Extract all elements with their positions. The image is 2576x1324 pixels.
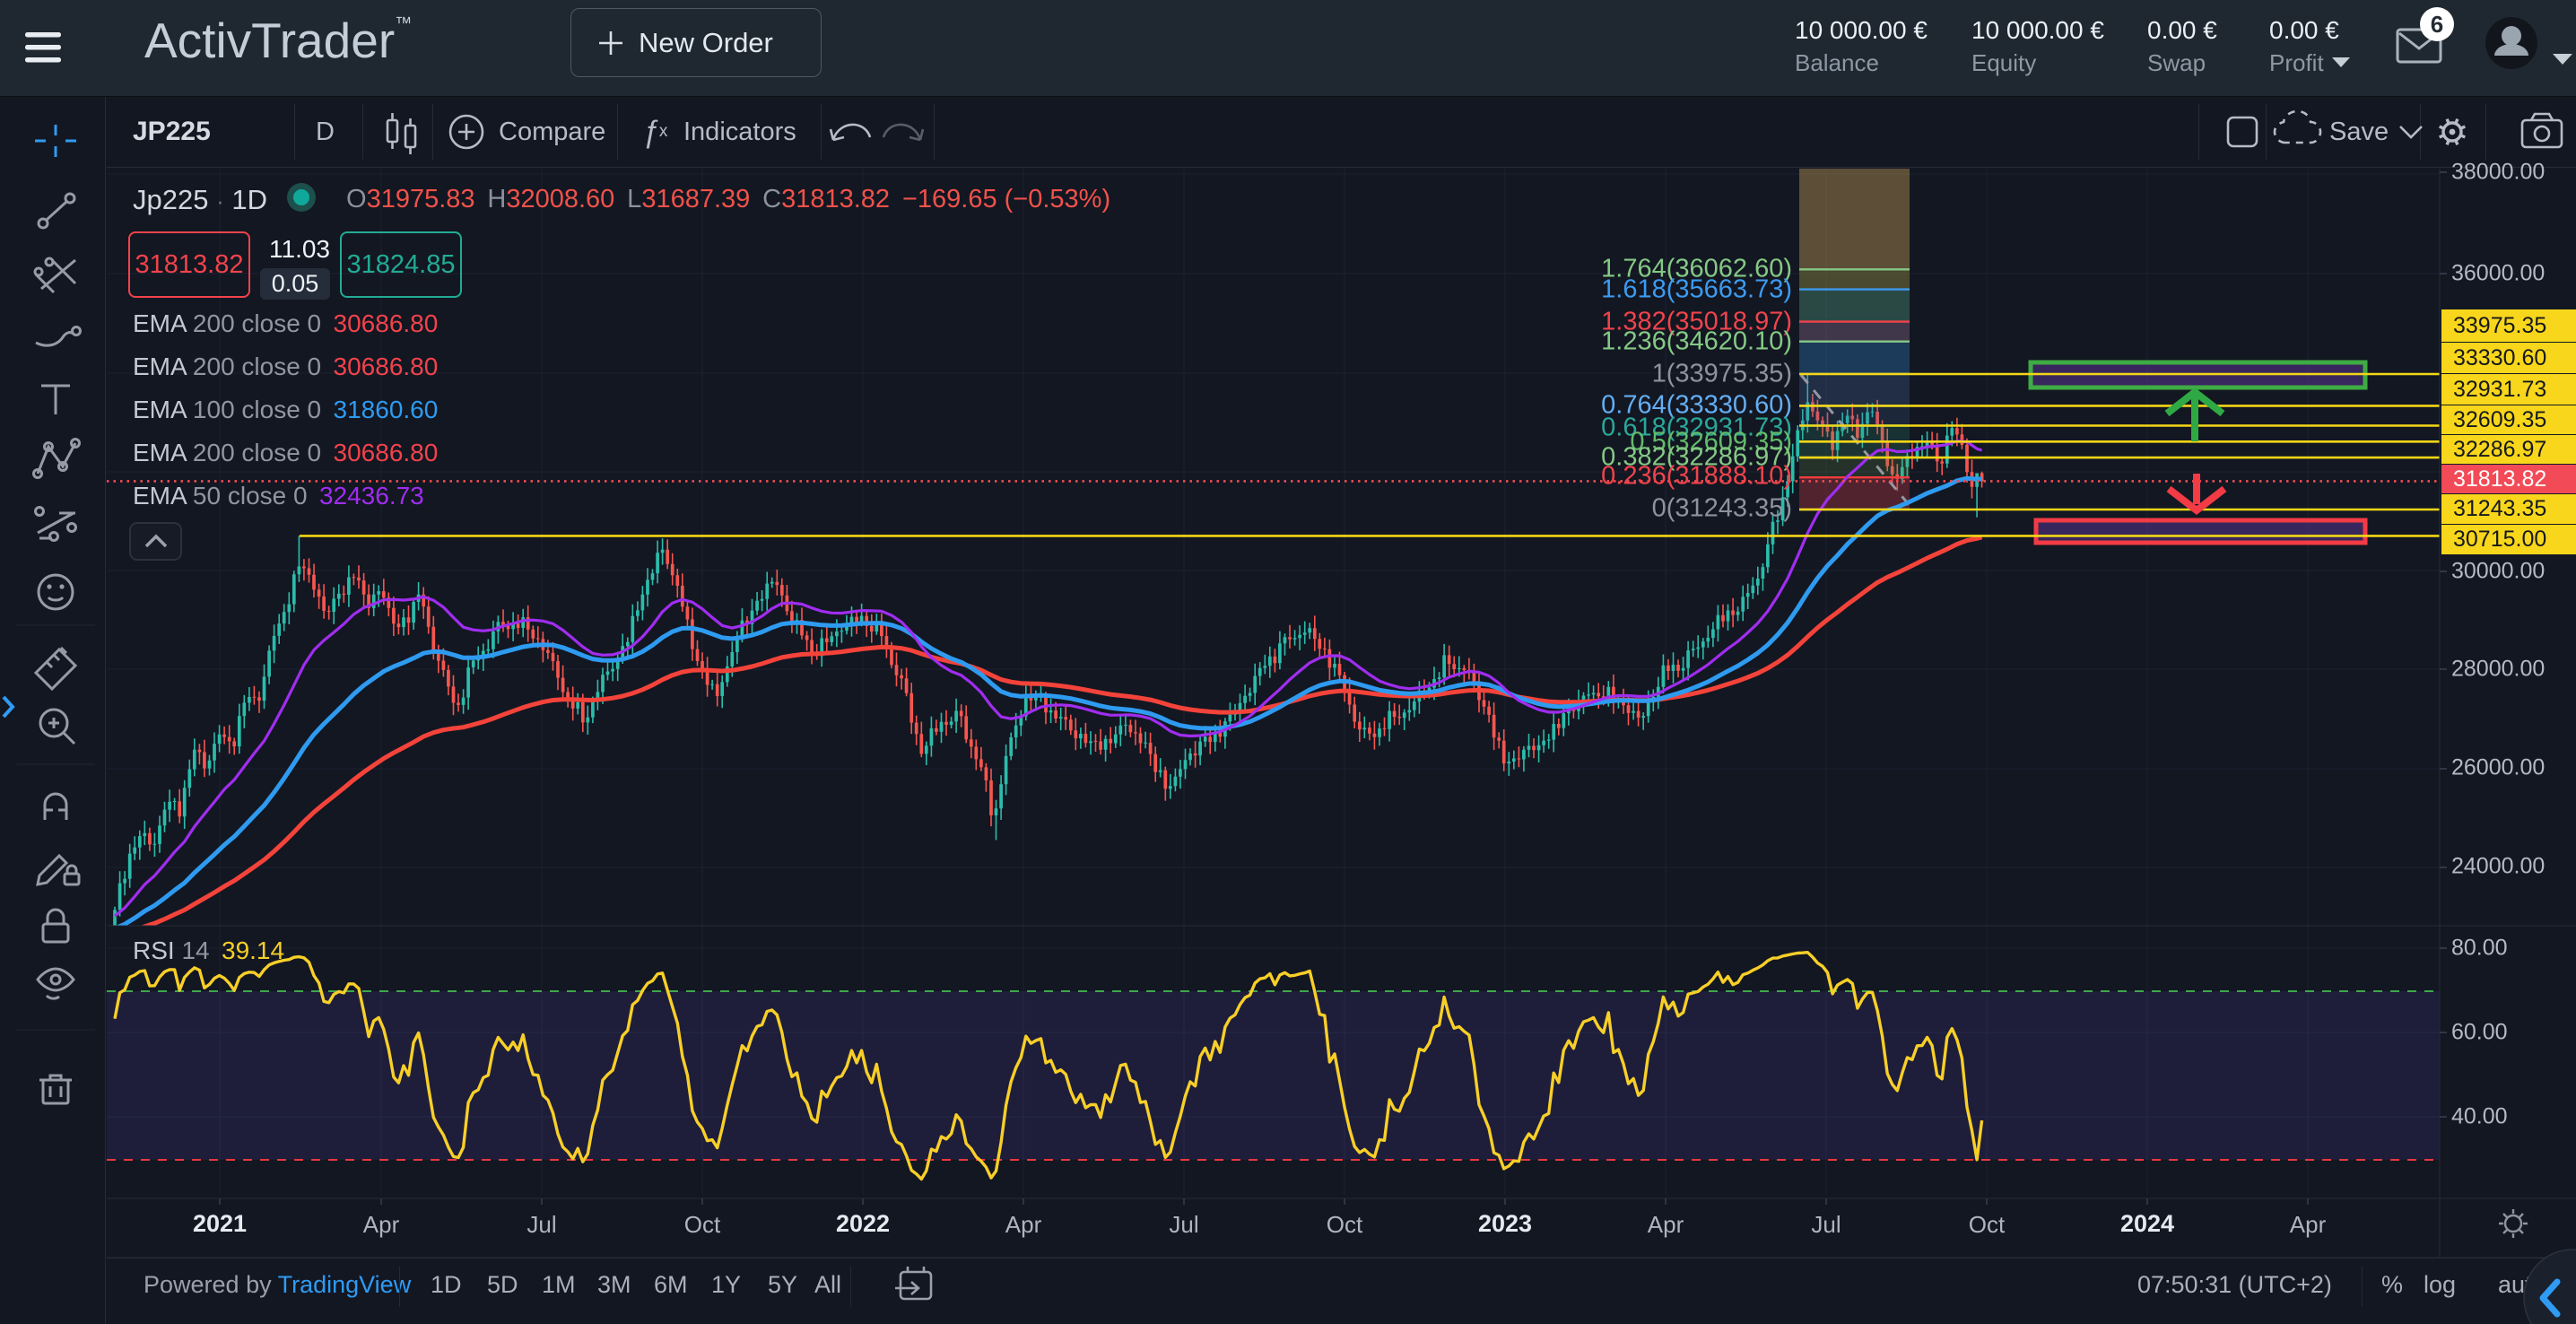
- svg-text:6: 6: [2431, 11, 2443, 38]
